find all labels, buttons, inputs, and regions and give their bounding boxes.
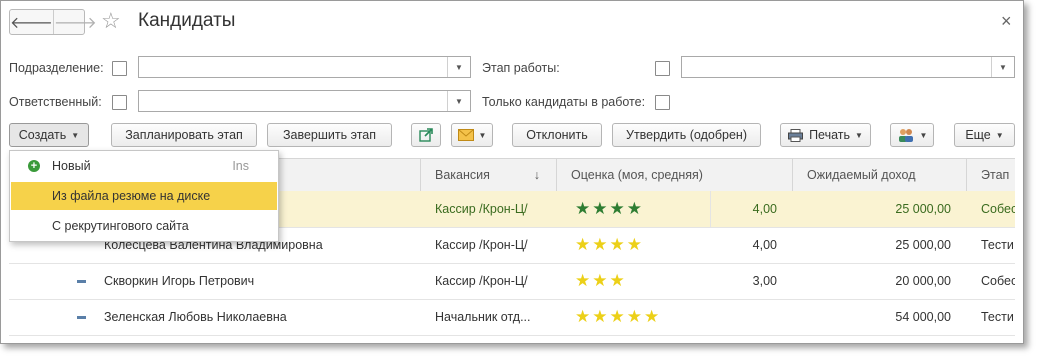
rating-stars[interactable]: ★★★ [575,263,695,299]
open-external-button[interactable] [411,123,441,147]
only-active-checkbox[interactable] [655,95,670,110]
print-button[interactable]: Печать ▼ [780,123,871,147]
candidate-name: Скворкин Игорь Петрович [104,274,255,288]
finish-stage-button[interactable]: Завершить этап [267,123,392,147]
column-header-stage[interactable]: Этап [967,159,1015,191]
vacancy-cell: Кассир /Крон-Ц/ [435,274,528,288]
chevron-down-icon: ▼ [478,130,487,140]
chevron-down-icon: ▼ [919,130,928,140]
department-label: Подразделение: [9,61,104,75]
income-cell: 25 000,00 [895,238,951,252]
row-status-icon [77,299,91,335]
chevron-down-icon[interactable]: ▼ [447,91,470,111]
chevron-down-icon[interactable]: ▼ [447,57,470,77]
back-arrow-icon[interactable]: 🡐 [10,10,54,34]
stage-cell: Собес [981,274,1015,288]
page-title: Кандидаты [138,10,236,31]
menu-item-from-file[interactable]: Из файла резюме на диске [11,182,277,210]
menu-item-from-site[interactable]: С рекрутингового сайта [11,212,277,240]
stage-label: Этап работы: [482,61,560,75]
column-header-vacancy[interactable]: Вакансия ↓ [421,159,557,191]
stage-field[interactable]: ▼ [681,56,1015,78]
menu-item-label: Из файла резюме на диске [52,189,211,203]
reject-button[interactable]: Отклонить [512,123,602,147]
rating-value: 3,00 [752,274,777,288]
chevron-down-icon: ▼ [855,130,863,140]
create-button-label: Создать [18,128,67,142]
rating-stars[interactable]: ★★★★ [575,191,695,227]
income-cell: 20 000,00 [895,274,951,288]
favorite-star-icon[interactable]: ☆ [101,8,121,34]
table-row[interactable]: Скворкин Игорь Петрович Кассир /Крон-Ц/ … [9,263,1015,300]
menu-item-new[interactable]: + Новый Ins [11,152,277,180]
only-active-label: Только кандидаты в работе: [482,95,646,109]
printer-icon [788,128,804,142]
envelope-icon [457,129,474,141]
column-header-rating[interactable]: Оценка (моя, средняя) [557,159,793,191]
responsible-field[interactable]: ▼ [138,90,471,112]
users-button[interactable]: ▼ [890,123,934,147]
users-icon [898,129,913,142]
vacancy-cell: Начальник отд... [435,310,531,324]
department-checkbox[interactable] [112,61,127,76]
column-header-income[interactable]: Ожидаемый доход [793,159,967,191]
chevron-down-icon: ▼ [71,130,80,140]
income-cell: 25 000,00 [895,202,951,216]
plan-stage-button[interactable]: Запланировать этап [111,123,257,147]
chevron-down-icon: ▼ [995,130,1004,140]
responsible-label: Ответственный: [9,95,102,109]
vacancy-cell: Кассир /Крон-Ц/ [435,238,528,252]
menu-item-label: Новый [52,159,91,173]
stage-cell: Тести [981,238,1014,252]
vacancy-cell: Кассир /Крон-Ц/ [435,202,528,216]
window: 🡐 🡒 ☆ Кандидаты × Подразделение: ▼ Этап … [0,0,1024,344]
rating-value: 4,00 [752,238,777,252]
row-status-icon [77,263,91,299]
table-row[interactable]: Зеленская Любовь Николаевна Начальник от… [9,299,1015,336]
email-button[interactable]: ▼ [451,123,493,147]
stage-checkbox[interactable] [655,61,670,76]
income-cell: 54 000,00 [895,310,951,324]
add-icon: + [28,160,40,172]
open-external-icon [419,128,433,142]
create-button[interactable]: Создать ▼ [9,123,89,147]
more-button[interactable]: Еще ▼ [954,123,1015,147]
forward-arrow-icon[interactable]: 🡒 [54,10,97,34]
menu-item-label: С рекрутингового сайта [52,219,189,233]
sort-down-icon: ↓ [533,168,540,182]
approve-button[interactable]: Утвердить (одобрен) [612,123,761,147]
responsible-checkbox[interactable] [112,95,127,110]
rating-value [709,299,777,335]
nav-buttons: 🡐 🡒 [9,9,97,35]
create-dropdown-menu: + Новый Ins Из файла резюме на диске С р… [9,150,279,242]
more-button-label: Еще [965,128,991,142]
rating-value: 4,00 [752,202,777,216]
close-icon[interactable]: × [1001,11,1012,32]
rating-stars[interactable]: ★★★★ [575,227,695,263]
department-field[interactable]: ▼ [138,56,471,78]
vacancy-header-label: Вакансия [435,168,490,182]
stage-cell: Тести [981,310,1014,324]
rating-stars[interactable]: ★★★★★ [575,299,705,335]
stage-cell: Собес [981,202,1015,216]
candidate-name: Зеленская Любовь Николаевна [104,310,287,324]
print-button-label: Печать [809,128,851,142]
shortcut-hint: Ins [232,159,249,173]
chevron-down-icon[interactable]: ▼ [991,57,1014,77]
